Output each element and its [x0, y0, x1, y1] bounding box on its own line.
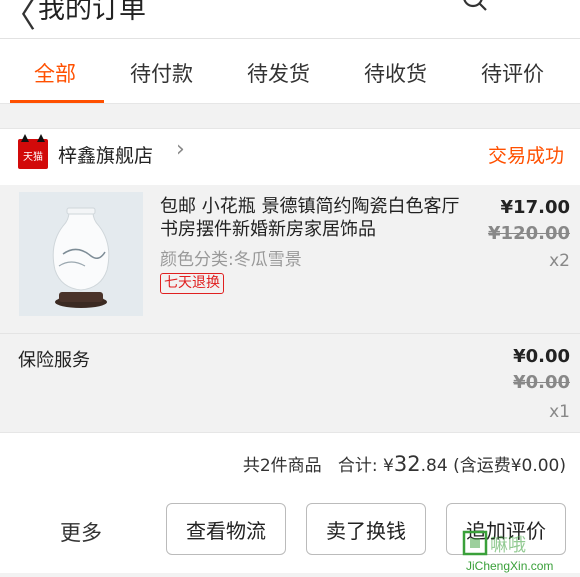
currency-symbol: ¥: [383, 456, 394, 476]
search-icon[interactable]: [462, 0, 488, 12]
tab-pending-shipment[interactable]: 待发货: [247, 58, 310, 88]
order-status: 交易成功: [488, 145, 565, 167]
store-name[interactable]: 梓鑫旗舰店: [58, 141, 153, 168]
title-bar: 〈 我的订单 ···: [0, 0, 580, 39]
order-tabs: 全部 待付款 待发货 待收货 待评价: [0, 39, 580, 104]
insurance-original-price: ¥0.00: [513, 372, 570, 393]
page-title: 我的订单: [38, 0, 146, 25]
product-thumbnail[interactable]: [19, 192, 143, 316]
total-amount: 32: [393, 452, 421, 476]
tab-pending-payment[interactable]: 待付款: [130, 58, 193, 88]
tab-pending-review[interactable]: 待评价: [481, 58, 544, 88]
insurance-label: 保险服务: [18, 350, 90, 371]
view-logistics-button[interactable]: 查看物流: [166, 503, 286, 555]
insurance-price: ¥0.00: [513, 346, 570, 367]
more-actions-button[interactable]: 更多: [60, 517, 102, 547]
tab-pending-receipt[interactable]: 待收货: [364, 58, 427, 88]
product-price: ¥17.00: [500, 197, 570, 218]
total-label: 合计:: [337, 456, 378, 476]
insurance-row: 保险服务 ¥0.00 ¥0.00 x1: [0, 333, 580, 431]
tab-all[interactable]: 全部: [34, 58, 76, 88]
shipping-note: (含运费¥0.00): [453, 456, 566, 476]
insurance-quantity: x1: [549, 402, 570, 422]
total-line: 共2件商品 合计: ¥32.84 (含运费¥0.00): [243, 451, 566, 476]
more-menu-icon[interactable]: ···: [532, 0, 561, 12]
seven-day-return-badge: 七天退换: [160, 273, 224, 294]
svg-text:JiChengXin.com: JiChengXin.com: [466, 559, 553, 573]
total-decimal: .84: [420, 456, 448, 476]
product-quantity: x2: [549, 251, 570, 271]
product-original-price: ¥120.00: [488, 223, 570, 244]
store-row[interactable]: 天猫 梓鑫旗舰店 › 交易成功: [0, 128, 580, 186]
resell-button[interactable]: 卖了换钱: [306, 503, 426, 555]
watermark: 嘛哦 JiChengXin.com: [460, 530, 580, 573]
back-chevron-icon[interactable]: 〈: [2, 0, 36, 37]
chevron-right-icon[interactable]: ›: [176, 137, 185, 162]
product-title[interactable]: 包邮 小花瓶 景德镇简约陶瓷白色客厅书房摆件新婚新房家居饰品: [160, 195, 460, 241]
product-sku: 颜色分类:冬瓜雪景: [160, 250, 302, 270]
order-item[interactable]: 包邮 小花瓶 景德镇简约陶瓷白色客厅书房摆件新婚新房家居饰品 颜色分类:冬瓜雪景…: [0, 185, 580, 325]
svg-text:嘛哦: 嘛哦: [490, 535, 526, 555]
tmall-logo-icon: 天猫: [18, 134, 48, 169]
item-count: 共2件商品: [242, 456, 322, 476]
order-summary: 共2件商品 合计: ¥32.84 (含运费¥0.00): [0, 432, 580, 494]
active-tab-indicator: [10, 100, 104, 103]
